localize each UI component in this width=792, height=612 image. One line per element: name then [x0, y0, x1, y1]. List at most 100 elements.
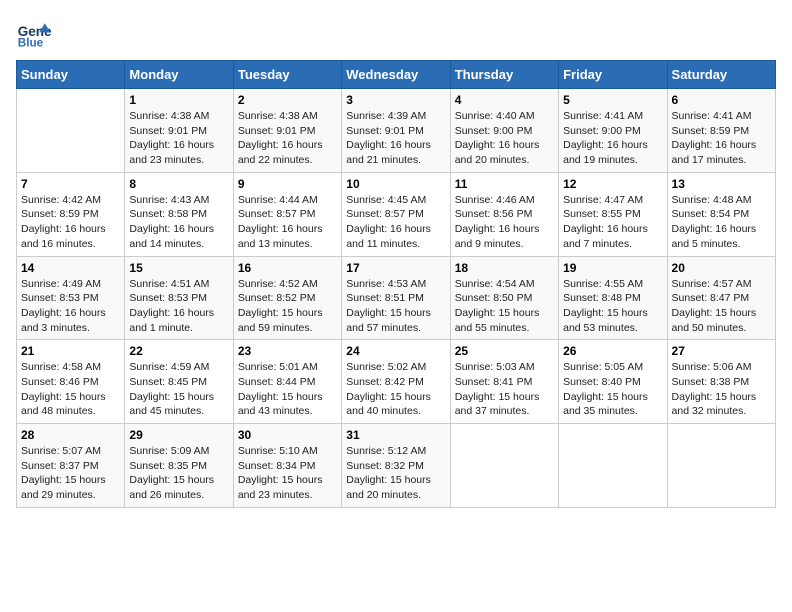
day-number: 22: [129, 344, 228, 358]
week-row-2: 7 Sunrise: 4:42 AMSunset: 8:59 PMDaylight…: [17, 172, 776, 256]
svg-text:Blue: Blue: [18, 37, 44, 50]
day-info: Sunrise: 4:53 AMSunset: 8:51 PMDaylight:…: [346, 277, 445, 336]
week-row-4: 21 Sunrise: 4:58 AMSunset: 8:46 PMDayligh…: [17, 340, 776, 424]
calendar-cell: 28 Sunrise: 5:07 AMSunset: 8:37 PMDayligh…: [17, 424, 125, 508]
day-number: 30: [238, 428, 337, 442]
day-number: 21: [21, 344, 120, 358]
day-info: Sunrise: 5:12 AMSunset: 8:32 PMDaylight:…: [346, 444, 445, 503]
calendar-table: SundayMondayTuesdayWednesdayThursdayFrid…: [16, 60, 776, 508]
day-info: Sunrise: 4:45 AMSunset: 8:57 PMDaylight:…: [346, 193, 445, 252]
day-info: Sunrise: 4:58 AMSunset: 8:46 PMDaylight:…: [21, 360, 120, 419]
day-number: 8: [129, 177, 228, 191]
calendar-cell: 1Sunrise: 4:38 AMSunset: 9:01 PMDaylight…: [125, 89, 233, 173]
day-info: Sunrise: 4:47 AMSunset: 8:55 PMDaylight:…: [563, 193, 662, 252]
calendar-cell: 23Sunrise: 5:01 AMSunset: 8:44 PMDayligh…: [233, 340, 341, 424]
day-number: 11: [455, 177, 554, 191]
week-row-3: 14 Sunrise: 4:49 AMSunset: 8:53 PMDayligh…: [17, 256, 776, 340]
day-info: Sunrise: 5:07 AMSunset: 8:37 PMDaylight:…: [21, 444, 120, 503]
calendar-cell: 18Sunrise: 4:54 AMSunset: 8:50 PMDayligh…: [450, 256, 558, 340]
day-number: 26: [563, 344, 662, 358]
day-number: 13: [672, 177, 771, 191]
calendar-cell: 31 Sunrise: 5:12 AMSunset: 8:32 PMDayligh…: [342, 424, 450, 508]
calendar-cell: 4Sunrise: 4:40 AMSunset: 9:00 PMDaylight…: [450, 89, 558, 173]
day-number: 18: [455, 261, 554, 275]
calendar-cell: 11 Sunrise: 4:46 AMSunset: 8:56 PMDayligh…: [450, 172, 558, 256]
calendar-cell: 16 Sunrise: 4:52 AMSunset: 8:52 PMDayligh…: [233, 256, 341, 340]
day-info: Sunrise: 4:51 AMSunset: 8:53 PMDaylight:…: [129, 277, 228, 336]
calendar-cell: 12 Sunrise: 4:47 AMSunset: 8:55 PMDayligh…: [559, 172, 667, 256]
calendar-cell: 5 Sunrise: 4:41 AMSunset: 9:00 PMDaylight…: [559, 89, 667, 173]
day-number: 16: [238, 261, 337, 275]
day-number: 20: [672, 261, 771, 275]
day-number: 28: [21, 428, 120, 442]
day-info: Sunrise: 5:09 AMSunset: 8:35 PMDaylight:…: [129, 444, 228, 503]
day-info: Sunrise: 4:49 AMSunset: 8:53 PMDaylight:…: [21, 277, 120, 336]
calendar-cell: 6Sunrise: 4:41 AMSunset: 8:59 PMDaylight…: [667, 89, 775, 173]
day-info: Sunrise: 4:59 AMSunset: 8:45 PMDaylight:…: [129, 360, 228, 419]
day-info: Sunrise: 5:10 AMSunset: 8:34 PMDaylight:…: [238, 444, 337, 503]
calendar-cell: 9Sunrise: 4:44 AMSunset: 8:57 PMDaylight…: [233, 172, 341, 256]
calendar-cell: [559, 424, 667, 508]
day-number: 25: [455, 344, 554, 358]
calendar-cell: 25 Sunrise: 5:03 AMSunset: 8:41 PMDayligh…: [450, 340, 558, 424]
day-info: Sunrise: 4:52 AMSunset: 8:52 PMDaylight:…: [238, 277, 337, 336]
day-info: Sunrise: 5:06 AMSunset: 8:38 PMDaylight:…: [672, 360, 771, 419]
day-info: Sunrise: 4:38 AMSunset: 9:01 PMDaylight:…: [129, 109, 228, 168]
calendar-cell: 19 Sunrise: 4:55 AMSunset: 8:48 PMDayligh…: [559, 256, 667, 340]
day-info: Sunrise: 4:55 AMSunset: 8:48 PMDaylight:…: [563, 277, 662, 336]
day-header-sunday: Sunday: [17, 61, 125, 89]
day-number: 14: [21, 261, 120, 275]
day-number: 31: [346, 428, 445, 442]
calendar-cell: [17, 89, 125, 173]
day-info: Sunrise: 4:39 AMSunset: 9:01 PMDaylight:…: [346, 109, 445, 168]
calendar-cell: [667, 424, 775, 508]
day-number: 24: [346, 344, 445, 358]
week-row-1: 1Sunrise: 4:38 AMSunset: 9:01 PMDaylight…: [17, 89, 776, 173]
calendar-cell: 14 Sunrise: 4:49 AMSunset: 8:53 PMDayligh…: [17, 256, 125, 340]
day-number: 19: [563, 261, 662, 275]
logo-icon: General Blue: [16, 16, 52, 52]
calendar-cell: [450, 424, 558, 508]
header-row: SundayMondayTuesdayWednesdayThursdayFrid…: [17, 61, 776, 89]
day-number: 17: [346, 261, 445, 275]
day-header-tuesday: Tuesday: [233, 61, 341, 89]
day-number: 23: [238, 344, 337, 358]
calendar-cell: 8Sunrise: 4:43 AMSunset: 8:58 PMDaylight…: [125, 172, 233, 256]
day-info: Sunrise: 4:57 AMSunset: 8:47 PMDaylight:…: [672, 277, 771, 336]
day-number: 2: [238, 93, 337, 107]
calendar-cell: 15 Sunrise: 4:51 AMSunset: 8:53 PMDayligh…: [125, 256, 233, 340]
day-number: 3: [346, 93, 445, 107]
day-number: 12: [563, 177, 662, 191]
day-info: Sunrise: 5:03 AMSunset: 8:41 PMDaylight:…: [455, 360, 554, 419]
day-number: 15: [129, 261, 228, 275]
calendar-cell: 3 Sunrise: 4:39 AMSunset: 9:01 PMDaylight…: [342, 89, 450, 173]
day-header-friday: Friday: [559, 61, 667, 89]
calendar-cell: 30 Sunrise: 5:10 AMSunset: 8:34 PMDayligh…: [233, 424, 341, 508]
day-number: 7: [21, 177, 120, 191]
day-number: 10: [346, 177, 445, 191]
day-info: Sunrise: 4:41 AMSunset: 9:00 PMDaylight:…: [563, 109, 662, 168]
day-info: Sunrise: 4:46 AMSunset: 8:56 PMDaylight:…: [455, 193, 554, 252]
calendar-cell: 7 Sunrise: 4:42 AMSunset: 8:59 PMDaylight…: [17, 172, 125, 256]
calendar-cell: 13 Sunrise: 4:48 AMSunset: 8:54 PMDayligh…: [667, 172, 775, 256]
day-number: 5: [563, 93, 662, 107]
day-number: 27: [672, 344, 771, 358]
calendar-cell: 2Sunrise: 4:38 AMSunset: 9:01 PMDaylight…: [233, 89, 341, 173]
day-info: Sunrise: 5:05 AMSunset: 8:40 PMDaylight:…: [563, 360, 662, 419]
calendar-cell: 22 Sunrise: 4:59 AMSunset: 8:45 PMDayligh…: [125, 340, 233, 424]
logo: General Blue: [16, 16, 56, 52]
day-header-saturday: Saturday: [667, 61, 775, 89]
day-header-monday: Monday: [125, 61, 233, 89]
page-header: General Blue: [16, 16, 776, 52]
calendar-cell: 21 Sunrise: 4:58 AMSunset: 8:46 PMDayligh…: [17, 340, 125, 424]
calendar-cell: 26 Sunrise: 5:05 AMSunset: 8:40 PMDayligh…: [559, 340, 667, 424]
day-number: 9: [238, 177, 337, 191]
calendar-cell: 17 Sunrise: 4:53 AMSunset: 8:51 PMDayligh…: [342, 256, 450, 340]
week-row-5: 28 Sunrise: 5:07 AMSunset: 8:37 PMDayligh…: [17, 424, 776, 508]
day-number: 29: [129, 428, 228, 442]
day-header-wednesday: Wednesday: [342, 61, 450, 89]
day-info: Sunrise: 4:41 AMSunset: 8:59 PMDaylight:…: [672, 109, 771, 168]
day-info: Sunrise: 4:42 AMSunset: 8:59 PMDaylight:…: [21, 193, 120, 252]
calendar-cell: 10 Sunrise: 4:45 AMSunset: 8:57 PMDayligh…: [342, 172, 450, 256]
day-info: Sunrise: 4:48 AMSunset: 8:54 PMDaylight:…: [672, 193, 771, 252]
